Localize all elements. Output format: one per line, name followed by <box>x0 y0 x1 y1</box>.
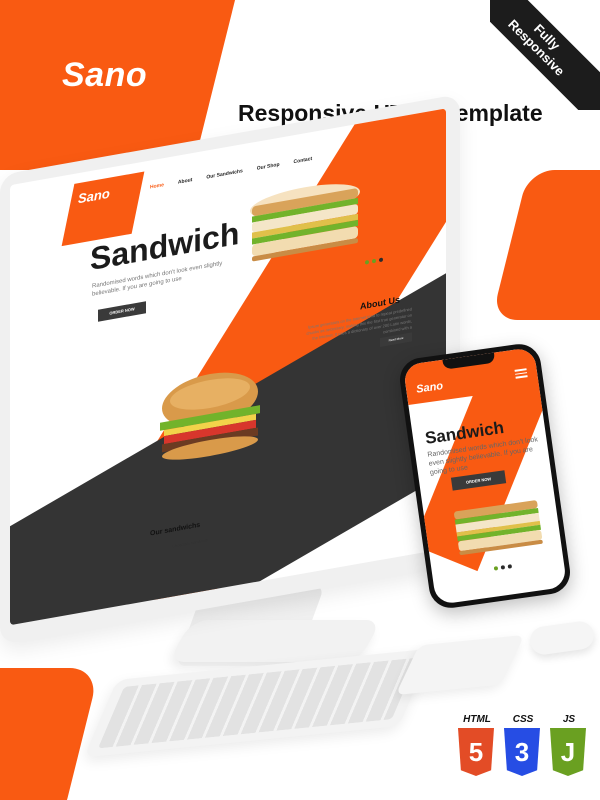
js-label: JS <box>562 714 576 725</box>
keyboard <box>83 648 433 758</box>
slider-dot[interactable] <box>500 565 506 570</box>
mouse <box>528 619 596 657</box>
html5-shield-icon: 5 <box>458 728 494 776</box>
phone-slider-dots[interactable] <box>493 564 513 571</box>
js-shield-icon: J <box>550 728 586 776</box>
item-icon <box>160 542 168 552</box>
nav-contact[interactable]: Contact <box>294 156 313 165</box>
screen-order-button[interactable]: ORDER NOW <box>98 301 146 322</box>
bottom-left-orange-shape <box>0 668 100 800</box>
slider-dot[interactable] <box>379 257 383 263</box>
nav-about[interactable]: About <box>178 177 192 186</box>
nav-our-sandwichs[interactable]: Our Sandwichs <box>206 168 242 180</box>
html-label: HTML <box>463 714 491 725</box>
slider-dot[interactable] <box>507 564 513 569</box>
phone-sandwich-image <box>454 500 543 556</box>
slider-dot[interactable] <box>493 566 499 571</box>
slider-dot[interactable] <box>365 259 369 265</box>
nav-home[interactable]: Home <box>150 182 164 190</box>
right-orange-shape <box>491 170 600 320</box>
css-label: CSS <box>512 714 534 725</box>
slider-dot[interactable] <box>372 258 376 264</box>
desktop-monitor: Sano Home About Our Sandwichs Our Shop C… <box>0 93 460 645</box>
brand-logo: Sano <box>62 56 148 94</box>
trackpad <box>395 634 525 696</box>
hamburger-menu-icon[interactable] <box>514 368 528 380</box>
tech-badges: HTML 5 CSS 3 JS J <box>458 714 588 776</box>
ribbon-line-2: Responsive <box>505 16 568 79</box>
nav-our-shop[interactable]: Our Shop <box>257 162 280 172</box>
responsive-ribbon: Fully Responsive <box>490 0 600 110</box>
html5-badge: HTML 5 <box>458 714 496 776</box>
js-badge: JS J <box>550 714 588 776</box>
css3-shield-icon: 3 <box>504 728 540 776</box>
css3-badge: CSS 3 <box>504 714 542 776</box>
phone-screen: Sano Sandwich Randomised words which don… <box>402 346 568 606</box>
desktop-screen: Sano Home About Our Sandwichs Our Shop C… <box>10 108 446 626</box>
